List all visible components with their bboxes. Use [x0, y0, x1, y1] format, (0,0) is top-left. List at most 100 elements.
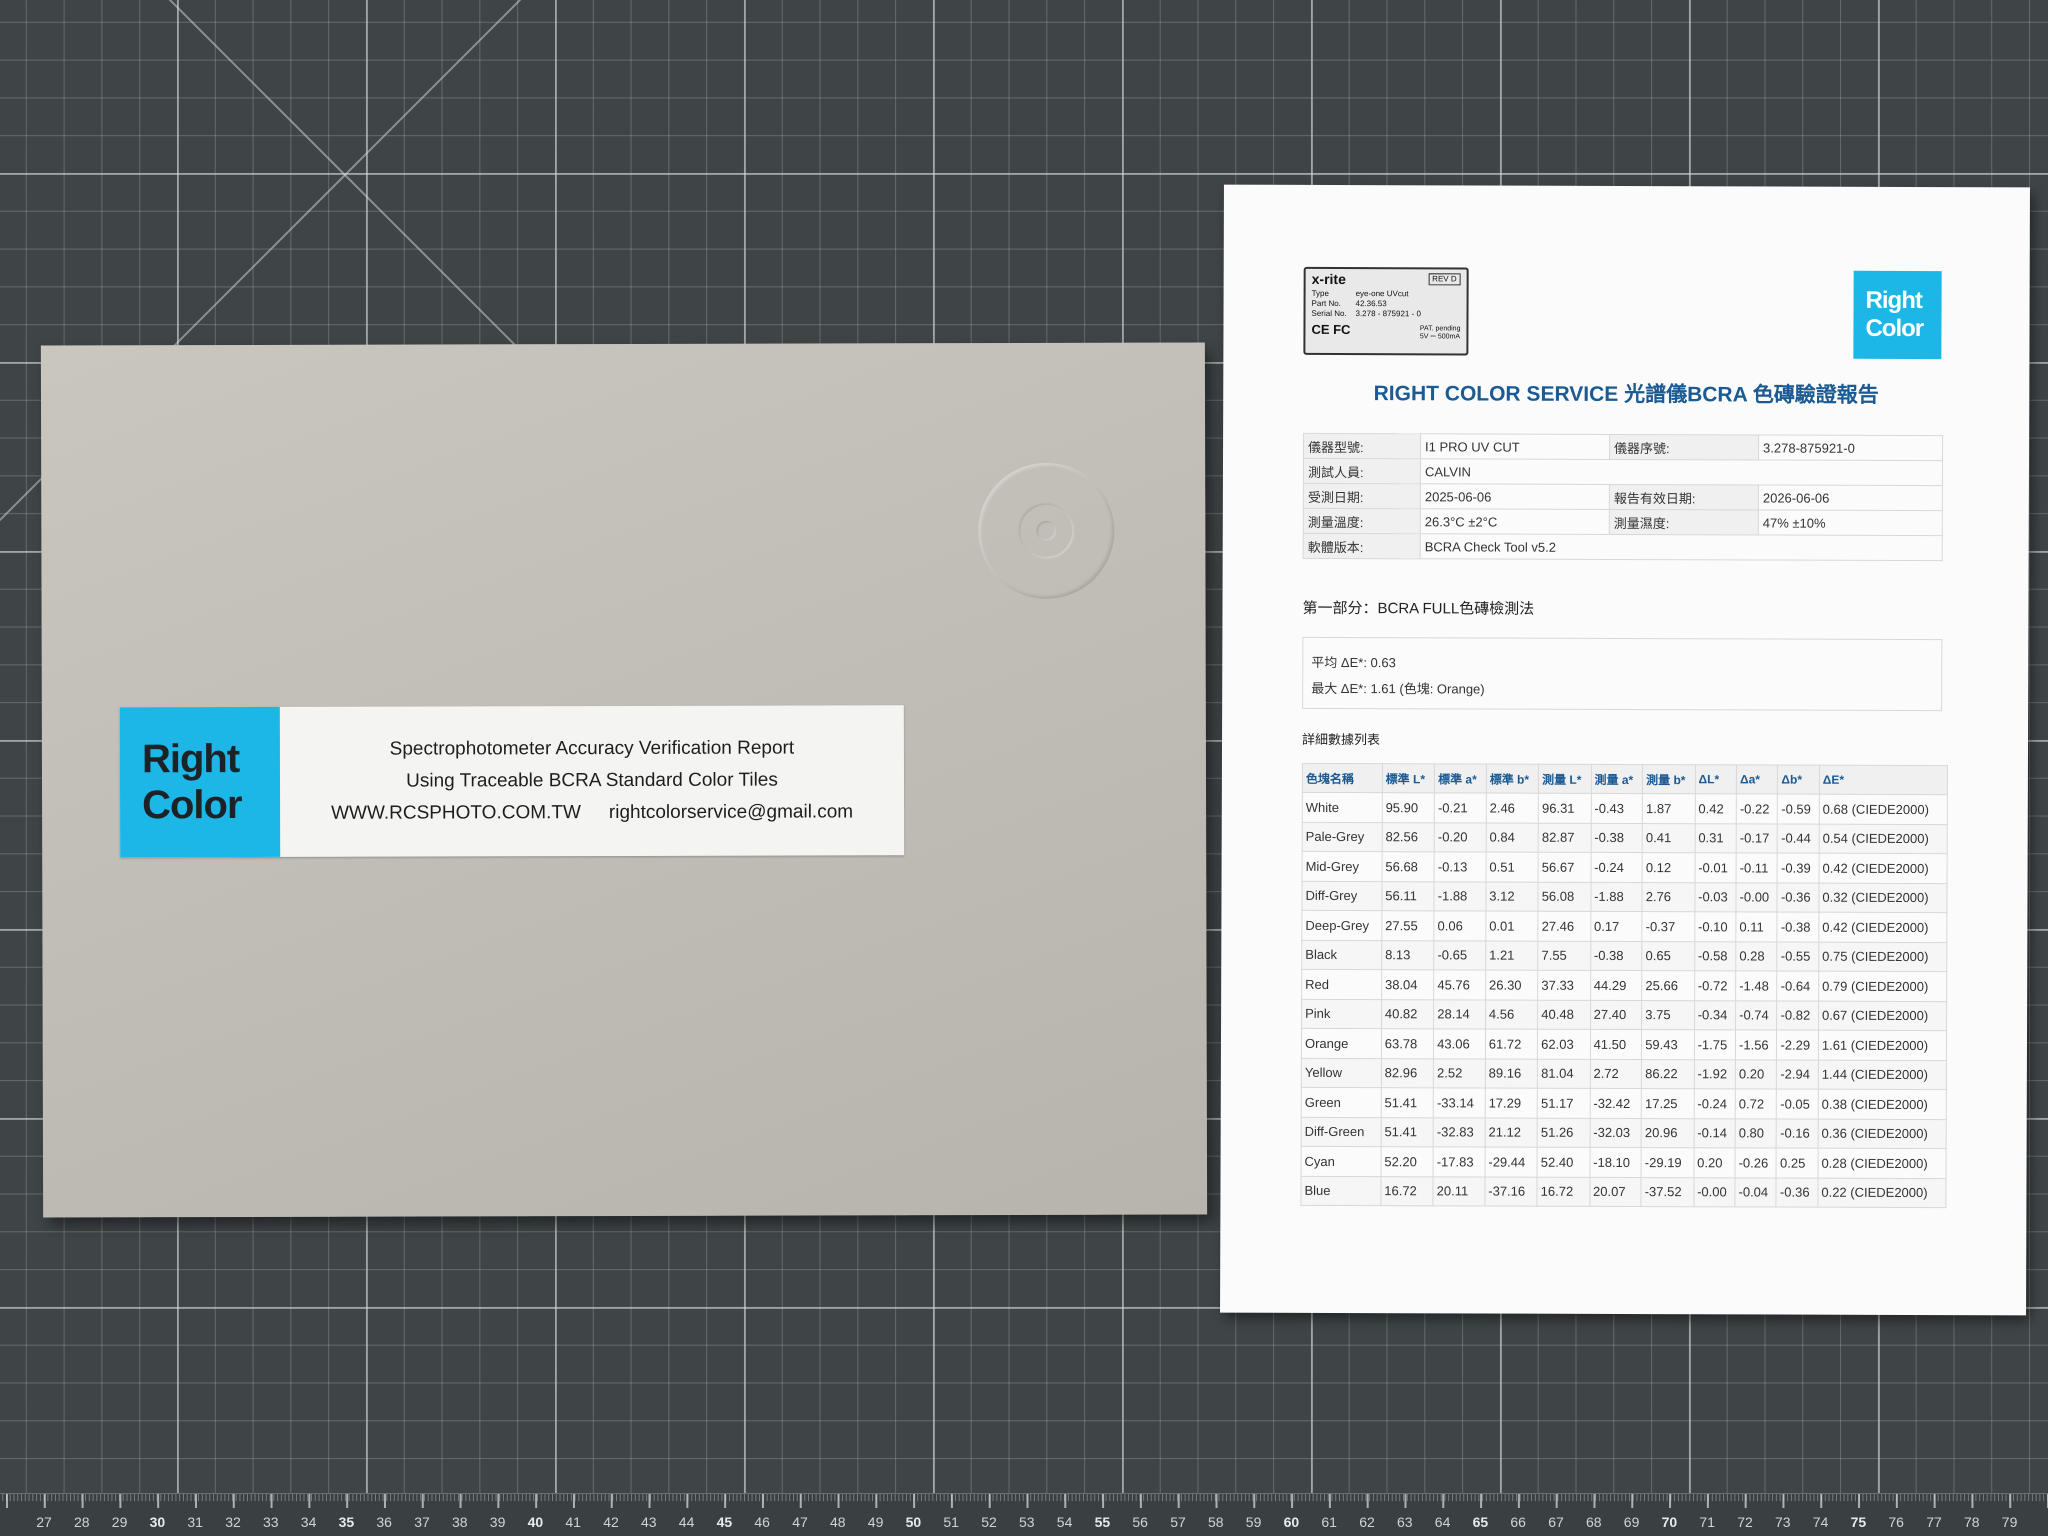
table-cell: 1.87	[1642, 793, 1695, 824]
table-cell: 0.36 (CIEDE2000)	[1818, 1118, 1947, 1149]
table-cell: -0.38	[1777, 912, 1819, 942]
ruler-number: 65	[1472, 1514, 1489, 1530]
table-cell: 56.08	[1538, 881, 1591, 912]
ruler-number: 29	[111, 1514, 128, 1530]
report-title: RIGHT COLOR SERVICE 光譜儀BCRA 色磚驗證報告	[1373, 382, 1879, 407]
table-cell: -0.11	[1736, 852, 1778, 883]
test-date-label: 受測日期:	[1303, 483, 1421, 509]
table-cell: -1.75	[1694, 1029, 1736, 1060]
table-cell: 0.42	[1694, 793, 1737, 824]
folder-label: Right Color Spectrophotometer Accuracy V…	[119, 705, 905, 858]
table-cell: -0.37	[1642, 911, 1695, 942]
table-cell: 27.46	[1538, 911, 1591, 941]
ruler-number: 45	[716, 1514, 733, 1530]
table-cell: 56.11	[1381, 881, 1435, 911]
ruler-number: 34	[300, 1514, 317, 1530]
table-cell: 37.33	[1537, 970, 1591, 1000]
patch-name-cell: Pink	[1301, 998, 1382, 1029]
table-cell: 4.56	[1485, 999, 1538, 1030]
device-power: 5V ⎓ 500mA	[1419, 333, 1461, 341]
table-cell: -0.74	[1735, 1000, 1778, 1031]
table-cell: -0.16	[1776, 1118, 1819, 1149]
table-cell: 0.38 (CIEDE2000)	[1818, 1089, 1947, 1120]
patch-name-cell: Diff-Grey	[1301, 880, 1382, 911]
ruler-number: 44	[678, 1514, 695, 1530]
ruler-number: 67	[1548, 1514, 1564, 1530]
table-cell: 0.41	[1642, 823, 1695, 853]
table-cell: 0.22 (CIEDE2000)	[1817, 1177, 1947, 1208]
table-cell: -0.17	[1736, 823, 1778, 854]
embossed-seal	[978, 463, 1114, 599]
valid-date-value: 2026-06-06	[1758, 484, 1943, 511]
table-cell: 0.28	[1735, 941, 1778, 972]
ruler-number: 64	[1434, 1514, 1451, 1530]
table-cell: 28.14	[1433, 999, 1486, 1030]
ruler-number: 68	[1586, 1514, 1602, 1530]
table-cell: 61.72	[1485, 1029, 1538, 1059]
table-cell: 44.29	[1590, 970, 1642, 1001]
table-cell: 56.67	[1538, 852, 1591, 882]
table-row: Pink 40.82 28.14 4.56 40.48 27.40 3.75 -0.34 -0.…	[1301, 998, 1947, 1031]
table-cell: -0.00	[1693, 1177, 1736, 1207]
ruler-number: 36	[376, 1514, 392, 1530]
table-cell: 0.31	[1694, 823, 1737, 853]
table-row: Diff-Grey 56.11 -1.88 3.12 56.08 -1.88 2.76 -0.…	[1301, 880, 1948, 913]
table-cell: -0.14	[1693, 1118, 1736, 1148]
table-cell: 59.43	[1641, 1029, 1695, 1060]
table-cell: 95.90	[1382, 792, 1435, 823]
table-row: Blue 16.72 20.11 -37.16 16.72 20.07 -37.52 -0.0…	[1300, 1175, 1947, 1208]
software-label: 軟體版本:	[1303, 533, 1421, 559]
ruler-number: 31	[187, 1514, 203, 1530]
ruler-number: 60	[1283, 1514, 1300, 1530]
table-cell: 0.65	[1641, 941, 1695, 971]
summary-box: 平均 ΔE*: 0.63 最大 ΔE*: 1.61 (色塊: Orange)	[1302, 636, 1943, 712]
ruler-number: 51	[943, 1514, 959, 1530]
report-logo-right: Right	[1865, 286, 1922, 315]
table-cell: -2.94	[1776, 1059, 1819, 1090]
table-cell: 0.54 (CIEDE2000)	[1819, 823, 1948, 854]
ruler-number: 61	[1321, 1514, 1337, 1530]
table-cell: -37.16	[1484, 1176, 1538, 1207]
ruler-number: 50	[905, 1514, 922, 1530]
ruler-number: 53	[1019, 1514, 1035, 1530]
table-cell: 82.87	[1538, 822, 1591, 853]
embossed-seal-center	[1036, 521, 1056, 541]
table-cell: -32.83	[1433, 1117, 1486, 1148]
table-cell: 2.76	[1642, 882, 1695, 912]
table-row: Yellow 82.96 2.52 89.16 81.04 2.72 86.22 -1.92 0…	[1301, 1057, 1947, 1090]
table-cell: -0.04	[1734, 1177, 1777, 1208]
table-cell: 40.48	[1537, 999, 1591, 1030]
temperature-value: 26.3°C ±2°C	[1420, 508, 1610, 535]
patch-name-cell: Pale-Grey	[1302, 821, 1383, 852]
table-cell: -0.21	[1434, 792, 1487, 823]
table-row: Green 51.41 -33.14 17.29 51.17 -32.42 17.25 -0.…	[1301, 1087, 1947, 1120]
report-logo: Right Color	[1853, 270, 1942, 360]
table-cell: -29.44	[1484, 1147, 1538, 1177]
ruler-number: 66	[1510, 1514, 1526, 1530]
table-cell: -1.48	[1735, 970, 1778, 1001]
device-serial-value: 3.278 - 875921 - 0	[1355, 309, 1421, 319]
ruler-number: 54	[1056, 1514, 1073, 1530]
table-cell: 1.44 (CIEDE2000)	[1818, 1059, 1947, 1090]
table-cell: -2.29	[1776, 1030, 1819, 1060]
ruler-number: 76	[1888, 1514, 1904, 1530]
humidity-value: 47% ±10%	[1758, 509, 1943, 536]
table-cell: 38.04	[1381, 969, 1434, 1000]
ruler-number: 77	[1926, 1514, 1942, 1530]
table-cell: 0.12	[1642, 852, 1695, 883]
table-cell: -0.39	[1777, 853, 1820, 883]
table-cell: 89.16	[1485, 1058, 1538, 1089]
column-header: 色塊名稱	[1302, 763, 1383, 793]
valid-date-label: 報告有效日期:	[1609, 484, 1759, 510]
ruler-number: 41	[565, 1514, 581, 1530]
table-cell: -0.01	[1694, 852, 1737, 883]
table-cell: -0.44	[1777, 823, 1820, 854]
table-cell: -32.42	[1589, 1088, 1642, 1119]
device-part-value: 42.36.53	[1355, 299, 1387, 309]
column-header: 標準 b*	[1486, 764, 1539, 794]
max-delta-e: 最大 ΔE*: 1.61 (色塊: Orange)	[1311, 680, 1485, 697]
device-type-key: Type	[1311, 288, 1329, 298]
patch-name-cell: Mid-Grey	[1302, 851, 1382, 882]
embossed-seal-ring	[1020, 505, 1072, 557]
table-cell: 27.55	[1381, 910, 1435, 941]
